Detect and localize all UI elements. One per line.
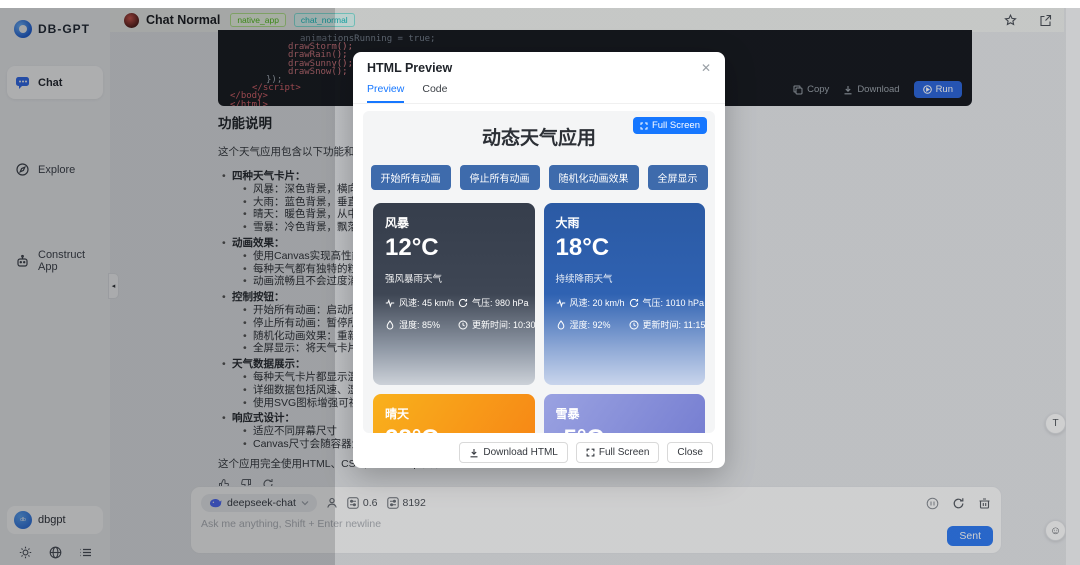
modal-fullscreen-button[interactable]: Full Screen <box>575 442 660 463</box>
fullscreen-badge-button[interactable]: Full Screen <box>632 117 707 134</box>
weather-card-sunny: 晴天 28°C 晴朗无云天气 <box>373 394 535 433</box>
clock-icon <box>458 320 468 330</box>
humidity-detail: 湿度: 85% <box>385 318 454 331</box>
temperature: -5°C <box>556 425 694 433</box>
modal-title: HTML Preview <box>367 61 453 75</box>
wind-detail: 风速: 45 km/h <box>385 296 454 309</box>
close-icon[interactable]: ✕ <box>701 61 711 75</box>
preview-pane: Full Screen 动态天气应用 开始所有动画 停止所有动画 随机化动画效果… <box>363 111 715 433</box>
pressure-detail: 气压: 980 hPa <box>458 296 534 309</box>
humidity-icon <box>385 319 395 330</box>
download-html-button[interactable]: Download HTML <box>459 442 568 463</box>
updated-detail: 更新时间: 10:30 <box>458 318 535 331</box>
modal-footer: Download HTML Full Screen Close <box>353 433 725 472</box>
temperature: 18°C <box>555 234 610 261</box>
fullscreen-icon <box>586 448 595 457</box>
app-window: DB-GPT Chat Explore <box>0 0 1080 565</box>
tab-preview[interactable]: Preview <box>367 83 405 103</box>
fullscreen-icon <box>640 122 648 130</box>
humidity-detail: 湿度: 92% <box>556 318 625 331</box>
weather-card-rain: 大雨 18°C 持续降雨天气 风速: 20 km/h 气压: 1010 hPa … <box>543 203 705 385</box>
html-preview-modal: HTML Preview ✕ Preview Code Full Screen … <box>353 52 725 468</box>
pressure-icon <box>458 298 468 308</box>
pressure-icon <box>629 298 639 308</box>
temperature: 28°C <box>385 425 523 433</box>
browser-chrome-strip <box>0 0 1080 8</box>
start-animations-button[interactable]: 开始所有动画 <box>370 165 451 190</box>
tab-code[interactable]: Code <box>422 83 447 103</box>
modal-tabs: Preview Code <box>353 79 725 104</box>
pressure-detail: 气压: 1010 hPa <box>629 296 705 309</box>
wind-detail: 风速: 20 km/h <box>556 296 625 309</box>
updated-detail: 更新时间: 11:15 <box>629 318 705 331</box>
weather-card-snowstorm: 雪暴 -5°C 大雪暴风天气 <box>543 394 705 433</box>
clock-icon <box>629 320 639 330</box>
temperature: 12°C <box>385 234 439 261</box>
modal-close-button[interactable]: Close <box>667 442 713 463</box>
fullscreen-display-button[interactable]: 全屏显示 <box>647 165 708 190</box>
weather-card-storm: 风暴 12°C 强风暴雨天气 风速: 45 km/h 气压: 980 hPa 湿… <box>373 203 535 385</box>
download-icon <box>469 448 479 458</box>
wind-icon <box>385 298 395 308</box>
weather-controls: 开始所有动画 停止所有动画 随机化动画效果 全屏显示 <box>363 165 715 190</box>
stop-animations-button[interactable]: 停止所有动画 <box>459 165 540 190</box>
weather-cards-grid: 风暴 12°C 强风暴雨天气 风速: 45 km/h 气压: 980 hPa 湿… <box>373 203 705 433</box>
randomize-animations-button[interactable]: 随机化动画效果 <box>548 165 639 190</box>
humidity-icon <box>556 319 566 330</box>
wind-icon <box>556 298 566 308</box>
